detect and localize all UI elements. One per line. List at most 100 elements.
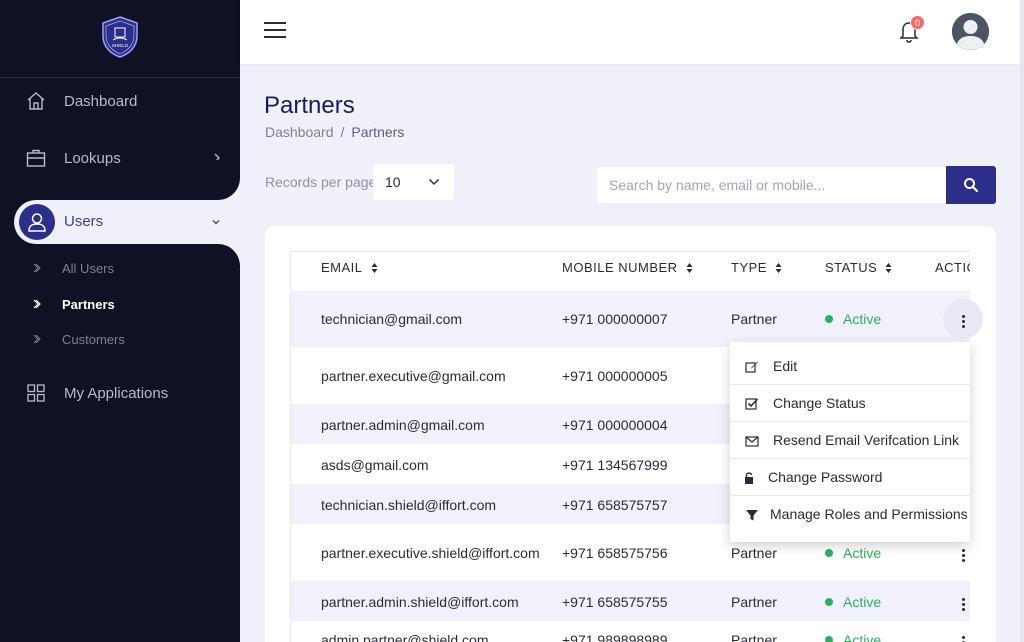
column-header-label: ACTIO xyxy=(935,260,970,275)
double-chevron-icon xyxy=(33,263,41,273)
envelope-icon xyxy=(745,436,759,447)
breadcrumb: Dashboard / Partners xyxy=(265,124,404,140)
double-chevron-icon xyxy=(33,299,41,309)
search-button[interactable] xyxy=(946,166,996,204)
breadcrumb-current: Partners xyxy=(351,124,405,140)
cell-mobile: +971 658575756 xyxy=(562,545,668,561)
sort-icon xyxy=(371,262,378,273)
menu-item-edit[interactable]: Edit xyxy=(730,348,970,385)
cell-type: Partner xyxy=(731,594,777,610)
row-actions-button[interactable] xyxy=(955,595,971,613)
status-text: Active xyxy=(843,311,882,327)
menu-item-manage-roles[interactable]: Manage Roles and Permissions xyxy=(730,496,970,533)
column-header-label: TYPE xyxy=(731,260,767,275)
checkbox-icon xyxy=(745,398,759,410)
menu-toggle-icon[interactable] xyxy=(264,22,286,40)
records-per-page-label: Records per page xyxy=(265,174,377,190)
cell-email: technician.shield@iffort.com xyxy=(321,497,497,513)
records-per-page-select[interactable]: 10 xyxy=(373,164,454,200)
status-badge: Active xyxy=(825,311,881,327)
sidebar-subitem-customers[interactable]: Customers xyxy=(0,329,240,351)
breadcrumb-separator: / xyxy=(340,124,345,140)
cell-mobile: +971 000000005 xyxy=(562,368,668,384)
notification-badge: 0 xyxy=(910,15,925,30)
logo-area: SHIELD xyxy=(0,0,240,78)
chevron-down-icon xyxy=(428,178,440,186)
menu-item-label: Manage Roles and Permissions xyxy=(770,506,968,522)
cell-email: asds@gmail.com xyxy=(321,457,429,473)
row-actions-menu: Edit Change Status Resend Email Verifcat… xyxy=(730,342,970,542)
menu-item-label: Change Password xyxy=(768,469,883,485)
cell-email: partner.executive@gmail.com xyxy=(321,368,506,384)
user-icon xyxy=(28,213,46,232)
cell-email: admin.partner@shield.com xyxy=(321,632,489,642)
top-header: 0 xyxy=(240,0,1020,64)
search-icon xyxy=(964,178,979,193)
page-title: Partners xyxy=(264,92,355,119)
status-badge: Active xyxy=(825,545,881,561)
cell-email: technician@gmail.com xyxy=(321,311,463,327)
sidebar-subitem-label: Customers xyxy=(62,332,125,347)
column-header-label: MOBILE NUMBER xyxy=(562,260,678,275)
sidebar-subitem-partners[interactable]: Partners xyxy=(0,294,240,316)
row-actions-button[interactable] xyxy=(955,312,971,330)
user-icon-circle xyxy=(19,204,55,240)
status-badge: Active xyxy=(825,594,881,610)
cell-mobile: +971 989898989 xyxy=(562,632,668,642)
cell-email: partner.admin@gmail.com xyxy=(321,417,485,433)
avatar[interactable] xyxy=(952,13,989,50)
chevron-down-icon[interactable] xyxy=(210,216,222,228)
menu-item-label: Change Status xyxy=(773,395,866,411)
cell-mobile: +971 000000004 xyxy=(562,417,668,433)
column-header-type[interactable]: TYPE xyxy=(731,260,782,275)
shield-logo[interactable]: SHIELD xyxy=(101,16,139,58)
cell-mobile: +971 134567999 xyxy=(562,457,668,473)
svg-text:SHIELD: SHIELD xyxy=(112,43,129,48)
filter-icon xyxy=(746,510,758,521)
cell-type: Partner xyxy=(731,545,777,561)
status-dot xyxy=(825,315,833,323)
home-icon xyxy=(27,92,45,110)
cell-mobile: +971 658575755 xyxy=(562,594,668,610)
status-dot xyxy=(825,549,833,557)
sort-icon xyxy=(885,262,892,273)
sort-icon xyxy=(686,262,693,273)
sidebar-subitem-all-users[interactable]: All Users xyxy=(0,258,240,280)
cell-email: partner.admin.shield@iffort.com xyxy=(321,594,519,610)
search-input[interactable] xyxy=(597,167,946,203)
sidebar-item-my-applications[interactable]: My Applications xyxy=(0,371,240,415)
sidebar-subitem-label: All Users xyxy=(62,261,115,276)
user-avatar-icon xyxy=(952,13,989,50)
lock-icon xyxy=(745,472,753,484)
grid-icon xyxy=(27,384,45,402)
sidebar-item-dashboard[interactable]: Dashboard xyxy=(0,79,240,123)
row-actions-button[interactable] xyxy=(955,546,971,564)
status-text: Active xyxy=(843,632,882,642)
breadcrumb-link-dashboard[interactable]: Dashboard xyxy=(265,124,334,140)
menu-item-label: Edit xyxy=(773,358,798,374)
column-header-label: EMAIL xyxy=(321,260,363,275)
row-actions-button[interactable] xyxy=(955,633,971,642)
column-header-mobile[interactable]: MOBILE NUMBER xyxy=(562,260,693,275)
sidebar-item-label: My Applications xyxy=(64,384,169,402)
column-header-status[interactable]: STATUS xyxy=(825,260,892,275)
sidebar-item-label[interactable]: Users xyxy=(64,213,103,230)
briefcase-icon xyxy=(26,149,46,167)
sort-icon xyxy=(775,262,782,273)
scrollbar[interactable] xyxy=(1020,0,1024,642)
menu-item-resend-verification[interactable]: Resend Email Verifcation Link xyxy=(730,422,970,459)
sidebar-item-label: Dashboard xyxy=(64,92,138,110)
menu-item-change-status[interactable]: Change Status xyxy=(730,385,970,422)
sidebar-subitem-label: Partners xyxy=(62,297,115,312)
cell-mobile: +971 000000007 xyxy=(562,311,668,327)
column-header-label: STATUS xyxy=(825,260,878,275)
active-tab-curve-top xyxy=(200,160,240,200)
column-header-action: ACTIO xyxy=(935,260,970,275)
column-header-email[interactable]: EMAIL xyxy=(321,260,378,275)
menu-item-change-password[interactable]: Change Password xyxy=(730,459,970,496)
status-dot xyxy=(825,636,833,642)
status-badge: Active xyxy=(825,632,881,642)
records-per-page-value: 10 xyxy=(385,174,401,190)
menu-item-label: Resend Email Verifcation Link xyxy=(773,432,959,448)
double-chevron-icon xyxy=(33,334,41,344)
